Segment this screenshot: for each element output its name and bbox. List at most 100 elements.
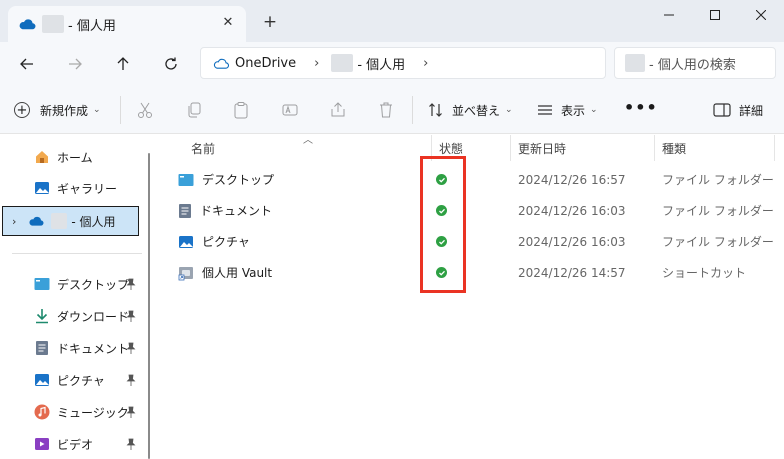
sidebar-item-label: デスクトップ	[57, 277, 130, 292]
onedrive-cloud-icon	[19, 19, 36, 30]
new-button[interactable]: + 新規作成 ⌄	[14, 100, 101, 120]
pin-icon[interactable]	[126, 310, 136, 322]
copy-button[interactable]	[184, 100, 204, 120]
sort-button[interactable]: 並べ替え ⌄	[428, 100, 513, 120]
type-cell: ファイル フォルダー	[662, 173, 774, 187]
title-bar: - 個人用 ✕ +	[0, 0, 784, 42]
tab-title: - 個人用	[68, 18, 116, 34]
breadcrumb-separator[interactable]: ›	[314, 56, 319, 71]
video-icon	[34, 436, 50, 452]
details-label: 詳細	[739, 103, 764, 118]
desktop-folder-icon	[178, 173, 194, 186]
file-list: ︿ 名前 状態 更新日時 種類 デスクトップ 2024/12/26 16:57 …	[157, 135, 784, 459]
pin-icon[interactable]	[126, 438, 136, 450]
pin-icon[interactable]	[126, 278, 136, 290]
type-cell: ファイル フォルダー	[662, 235, 774, 249]
toolbar-divider	[120, 96, 121, 124]
refresh-button[interactable]	[155, 48, 187, 80]
sidebar-item-documents[interactable]: ドキュメント	[0, 334, 148, 362]
file-name: ドキュメント	[200, 204, 273, 218]
tab-close-icon[interactable]: ✕	[220, 15, 236, 31]
column-header-name[interactable]: 名前	[191, 135, 215, 161]
close-window-button[interactable]	[738, 0, 784, 30]
table-row[interactable]: デスクトップ 2024/12/26 16:57 ファイル フォルダー	[157, 164, 784, 195]
details-pane-icon	[713, 103, 731, 117]
view-button[interactable]: 表示 ⌄	[537, 100, 598, 120]
delete-button[interactable]	[376, 100, 396, 120]
column-divider[interactable]	[654, 135, 655, 161]
sidebar-item-gallery[interactable]: ギャラリー	[0, 174, 148, 202]
modified-cell: 2024/12/26 16:03	[518, 203, 626, 218]
file-name-cell: 個人用 Vault	[178, 257, 272, 288]
forward-button[interactable]	[59, 48, 91, 80]
file-name: 個人用 Vault	[202, 266, 273, 280]
status-highlight-box	[420, 156, 466, 293]
sidebar-scrollbar[interactable]	[148, 153, 150, 459]
modified-cell: 2024/12/26 16:03	[518, 234, 626, 249]
pictures-folder-icon	[179, 235, 193, 248]
chevron-down-icon: ⌄	[590, 105, 598, 115]
column-header-modified[interactable]: 更新日時	[518, 135, 566, 161]
breadcrumb-personal[interactable]: - 個人用	[357, 54, 405, 73]
sidebar-item-label: ダウンロード	[57, 309, 130, 324]
column-header-type[interactable]: 種類	[662, 135, 686, 161]
sidebar-item-onedrive[interactable]: › - 個人用	[2, 206, 139, 236]
sidebar-item-label: ミュージック	[57, 405, 129, 420]
onedrive-cloud-icon	[28, 213, 44, 229]
cut-button[interactable]	[135, 100, 155, 120]
pin-icon[interactable]	[126, 342, 136, 354]
back-button[interactable]	[11, 48, 43, 80]
pictures-icon	[34, 372, 50, 388]
rename-button[interactable]	[280, 100, 300, 120]
vault-shortcut-icon	[178, 266, 193, 280]
table-row[interactable]: ピクチャ 2024/12/26 16:03 ファイル フォルダー	[157, 226, 784, 257]
command-bar: + 新規作成 ⌄ 並べ替え ⌄ 表示 ⌄ ••• 詳細	[0, 86, 784, 134]
column-divider[interactable]	[510, 135, 511, 161]
arrow-left-icon	[20, 58, 33, 70]
file-name-cell: ピクチャ	[178, 226, 250, 257]
chevron-right-icon[interactable]: ›	[12, 215, 16, 228]
details-pane-button[interactable]: 詳細	[713, 100, 763, 120]
sidebar-item-label: ホーム	[57, 150, 93, 165]
more-options-icon[interactable]: •••	[624, 100, 657, 120]
table-row[interactable]: 個人用 Vault 2024/12/26 14:57 ショートカット	[157, 257, 784, 288]
sidebar-item-label: ギャラリー	[57, 181, 118, 196]
clipboard-icon	[234, 102, 248, 119]
home-icon	[34, 149, 50, 165]
sidebar-item-videos[interactable]: ビデオ	[0, 430, 148, 458]
navigation-pane: ホーム ギャラリー › - 個人用 デスクトップ ダウンロード ドキュメント ピ…	[0, 135, 157, 459]
search-box[interactable]: - 個人用の検索	[614, 47, 776, 79]
breadcrumb-separator[interactable]: ›	[423, 56, 428, 71]
copy-icon	[188, 102, 201, 118]
download-icon	[34, 308, 50, 324]
toolbar-divider	[412, 96, 413, 124]
share-button[interactable]	[328, 100, 348, 120]
file-name-cell: デスクトップ	[178, 164, 274, 195]
sidebar-item-label: ビデオ	[57, 437, 94, 452]
address-bar[interactable]: OneDrive › - 個人用 ›	[200, 47, 606, 79]
chevron-down-icon: ⌄	[93, 105, 101, 115]
up-button[interactable]	[107, 48, 139, 80]
table-row[interactable]: ドキュメント 2024/12/26 16:03 ファイル フォルダー	[157, 195, 784, 226]
column-divider[interactable]	[774, 135, 775, 161]
sidebar-item-pictures[interactable]: ピクチャ	[0, 366, 148, 394]
file-name: デスクトップ	[202, 173, 275, 187]
file-name: ピクチャ	[202, 235, 250, 249]
minimize-button[interactable]	[646, 0, 692, 30]
modified-cell: 2024/12/26 14:57	[518, 265, 626, 280]
sidebar-item-desktop[interactable]: デスクトップ	[0, 270, 148, 298]
breadcrumb-onedrive[interactable]: OneDrive	[235, 56, 296, 71]
pin-icon[interactable]	[126, 406, 136, 418]
new-tab-button[interactable]: +	[260, 12, 280, 32]
redacted-account-name	[42, 15, 64, 33]
pin-icon[interactable]	[126, 374, 136, 386]
sort-ascending-icon: ︿	[303, 135, 313, 146]
sidebar-item-music[interactable]: ミュージック	[0, 398, 148, 426]
gallery-icon	[34, 180, 50, 196]
maximize-button[interactable]	[692, 0, 738, 30]
refresh-icon	[165, 57, 177, 70]
sidebar-item-home[interactable]: ホーム	[0, 143, 148, 171]
paste-button[interactable]	[231, 100, 251, 120]
tab-onedrive[interactable]: - 個人用 ✕	[8, 6, 246, 42]
sidebar-item-downloads[interactable]: ダウンロード	[0, 302, 148, 330]
